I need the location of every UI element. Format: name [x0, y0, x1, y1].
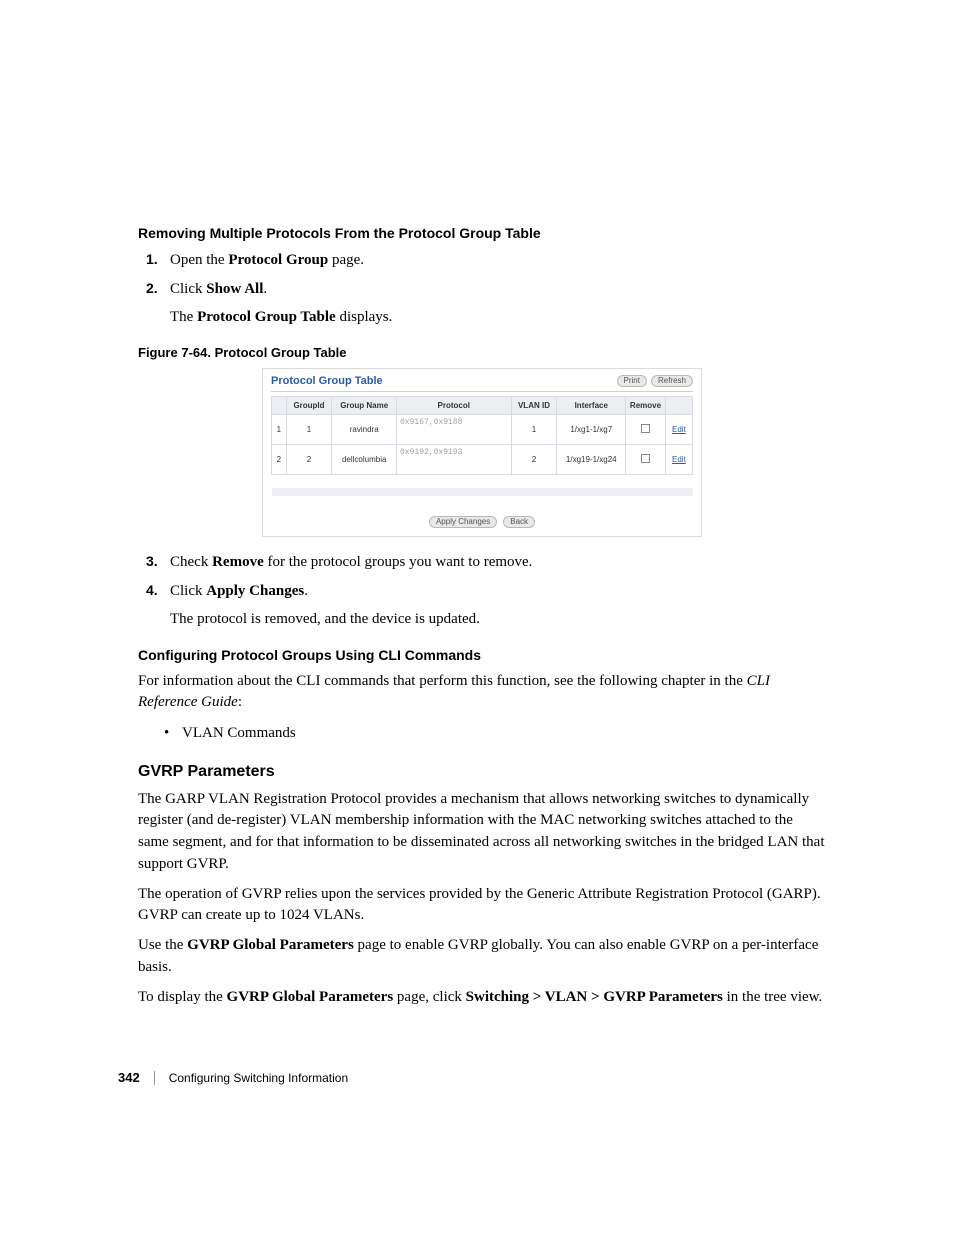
th-row	[272, 396, 287, 414]
cell-idx: 2	[272, 444, 287, 474]
step-4-post: .	[304, 583, 308, 599]
th-groupname: Group Name	[332, 396, 397, 414]
step-1-text: Open the	[170, 252, 228, 268]
th-protocol: Protocol	[396, 396, 511, 414]
cell-groupid: 1	[286, 414, 332, 444]
gvrp-p3-bold: GVRP Global Parameters	[187, 937, 354, 953]
step-4-text: Click	[170, 583, 206, 599]
steps-list-open: Open the Protocol Group page. Click Show…	[138, 249, 826, 329]
screenshot-title: Protocol Group Table	[271, 375, 383, 387]
th-groupid: GroupId	[286, 396, 332, 414]
cli-bullet-list: VLAN Commands	[138, 722, 826, 745]
protocol-group-table: GroupId Group Name Protocol VLAN ID Inte…	[271, 396, 693, 505]
cell-groupid: 2	[286, 444, 332, 474]
gvrp-p1: The GARP VLAN Registration Protocol prov…	[138, 789, 826, 876]
step-2-text: Click	[170, 281, 206, 297]
step-2: Click Show All. The Protocol Group Table…	[138, 278, 826, 329]
gvrp-p4-mid: page, click	[393, 989, 465, 1005]
table-row: 2 2 dellcolumbia 0x9192,0x9193 2 1/xg19-…	[272, 444, 693, 474]
gvrp-p3: Use the GVRP Global Parameters page to e…	[138, 935, 826, 979]
step-3-bold: Remove	[212, 554, 264, 570]
step-4-sub: The protocol is removed, and the device …	[170, 608, 826, 631]
cell-vlanid: 1	[511, 414, 557, 444]
gvrp-p4-b2: Switching > VLAN > GVRP Parameters	[466, 989, 723, 1005]
cli-bullet-item: VLAN Commands	[182, 722, 826, 745]
footer-section: Configuring Switching Information	[169, 1071, 348, 1085]
print-button[interactable]: Print	[617, 375, 647, 387]
th-interface: Interface	[557, 396, 626, 414]
steps-list-remove: Check Remove for the protocol groups you…	[138, 551, 826, 631]
cli-body-pre: For information about the CLI commands t…	[138, 673, 747, 689]
gvrp-p4: To display the GVRP Global Parameters pa…	[138, 987, 826, 1009]
th-vlanid: VLAN ID	[511, 396, 557, 414]
step-3: Check Remove for the protocol groups you…	[138, 551, 826, 574]
cell-interface: 1/xg1-1/xg7	[557, 414, 626, 444]
cli-body: For information about the CLI commands t…	[138, 671, 826, 715]
cell-protocol: 0x9167,0x9188	[396, 414, 511, 444]
cell-remove	[626, 414, 666, 444]
table-footer-pad	[272, 474, 693, 504]
apply-changes-button[interactable]: Apply Changes	[429, 516, 497, 528]
heading-cli: Configuring Protocol Groups Using CLI Co…	[138, 647, 826, 663]
gvrp-p4-post: in the tree view.	[723, 989, 822, 1005]
edit-link[interactable]: Edit	[672, 425, 686, 434]
step-4: Click Apply Changes. The protocol is rem…	[138, 580, 826, 631]
remove-checkbox[interactable]	[641, 454, 650, 463]
page-number: 342	[118, 1070, 140, 1085]
step-1: Open the Protocol Group page.	[138, 249, 826, 272]
heading-removing: Removing Multiple Protocols From the Pro…	[138, 225, 826, 241]
step-2-sub-post: displays.	[336, 309, 393, 325]
gvrp-p4-b1: GVRP Global Parameters	[227, 989, 394, 1005]
back-button[interactable]: Back	[503, 516, 535, 528]
cli-body-post: :	[238, 694, 242, 710]
cell-edit: Edit	[665, 414, 692, 444]
edit-link[interactable]: Edit	[672, 455, 686, 464]
gvrp-p4-pre: To display the	[138, 989, 227, 1005]
step-3-post: for the protocol groups you want to remo…	[264, 554, 533, 570]
table-bottom-bar	[272, 488, 693, 496]
heading-gvrp: GVRP Parameters	[138, 763, 826, 781]
step-2-sub-bold: Protocol Group Table	[197, 309, 336, 325]
screenshot-footer: Apply Changes Back	[263, 512, 701, 536]
cell-interface: 1/xg19-1/xg24	[557, 444, 626, 474]
cell-idx: 1	[272, 414, 287, 444]
cell-protocol: 0x9192,0x9193	[396, 444, 511, 474]
divider	[271, 391, 693, 392]
footer-divider	[154, 1071, 155, 1085]
step-3-text: Check	[170, 554, 212, 570]
step-2-post: .	[263, 281, 267, 297]
table-header-row: GroupId Group Name Protocol VLAN ID Inte…	[272, 396, 693, 414]
refresh-button[interactable]: Refresh	[651, 375, 693, 387]
figure-caption: Figure 7-64. Protocol Group Table	[138, 345, 826, 360]
cell-vlanid: 2	[511, 444, 557, 474]
step-2-bold: Show All	[206, 281, 263, 297]
step-1-post: page.	[328, 252, 364, 268]
cell-remove	[626, 444, 666, 474]
gvrp-p2: The operation of GVRP relies upon the se…	[138, 884, 826, 928]
cell-groupname: ravindra	[332, 414, 397, 444]
table-row: 1 1 ravindra 0x9167,0x9188 1 1/xg1-1/xg7…	[272, 414, 693, 444]
th-remove: Remove	[626, 396, 666, 414]
screenshot-header: Protocol Group Table Print Refresh	[263, 369, 701, 391]
remove-checkbox[interactable]	[641, 424, 650, 433]
cell-groupname: dellcolumbia	[332, 444, 397, 474]
gvrp-p3-pre: Use the	[138, 937, 187, 953]
step-2-sub-pre: The	[170, 309, 197, 325]
step-4-bold: Apply Changes	[206, 583, 304, 599]
page-footer: 342 Configuring Switching Information	[118, 1070, 348, 1085]
cell-edit: Edit	[665, 444, 692, 474]
step-1-bold: Protocol Group	[228, 252, 328, 268]
screenshot-panel: Protocol Group Table Print Refresh Group…	[262, 368, 702, 538]
th-edit	[665, 396, 692, 414]
